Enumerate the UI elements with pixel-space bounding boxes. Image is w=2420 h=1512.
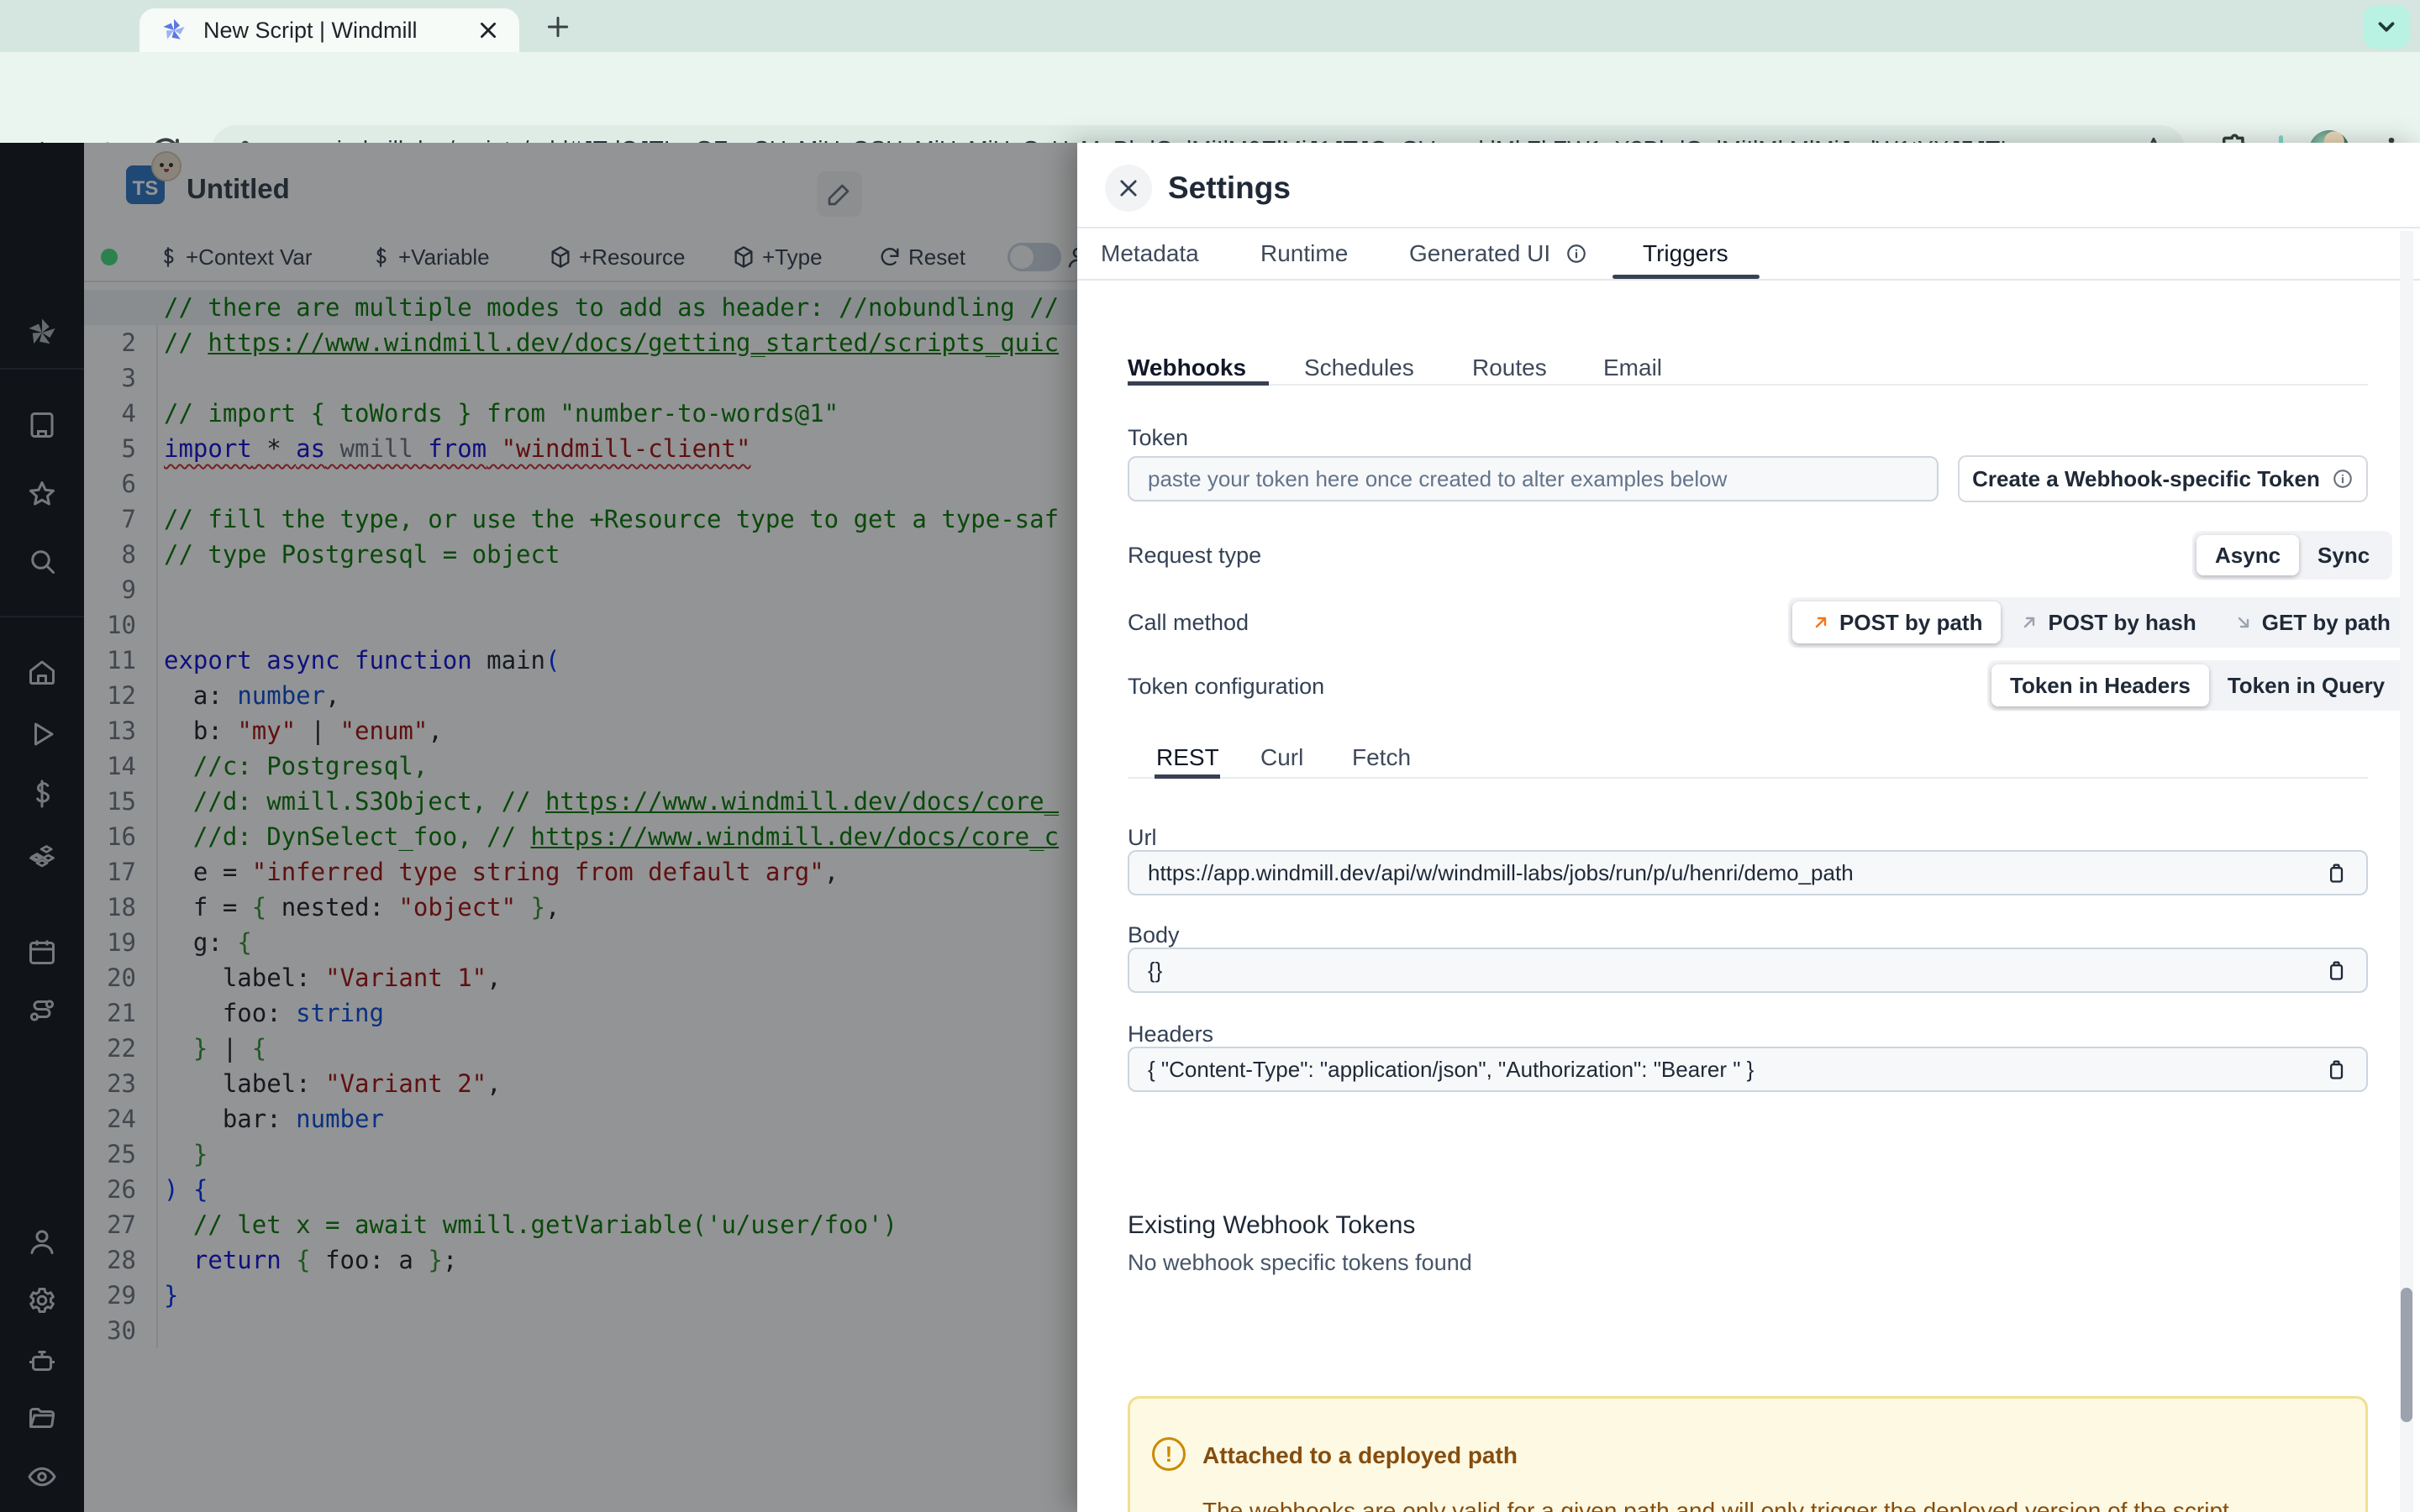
request-type-sync[interactable]: Sync [2299, 535, 2388, 575]
divider [1128, 777, 2368, 779]
arrow-up-right-icon [2024, 617, 2035, 628]
copy-icon[interactable] [2324, 861, 2348, 885]
drawer-title: Settings [1168, 171, 1291, 205]
example-tab-rest[interactable]: REST [1156, 744, 1219, 771]
trigger-tab-webhooks[interactable]: Webhooks [1128, 354, 1246, 381]
active-example-tab-underline [1155, 774, 1220, 779]
existing-tokens-empty: No webhook specific tokens found [1128, 1250, 1472, 1275]
tab-runtime[interactable]: Runtime [1260, 240, 1348, 267]
divider [1077, 279, 2420, 281]
screen: New Script | Windmill app.w [0, 0, 2420, 1512]
token-configuration-segmented: Token in Headers Token in Query [1987, 660, 2408, 711]
trigger-tab-email[interactable]: Email [1603, 354, 1662, 381]
headers-field[interactable]: { "Content-Type": "application/json", "A… [1128, 1047, 2368, 1092]
modal-backdrop[interactable] [0, 143, 1077, 1512]
trigger-tab-routes[interactable]: Routes [1472, 354, 1547, 381]
divider [1128, 384, 2368, 386]
alert-icon: ! [1152, 1437, 1186, 1471]
request-type-segmented: Async Sync [2192, 531, 2393, 580]
call-method-post-by-path[interactable]: POST by path [1792, 601, 2002, 643]
scrollbar-thumb[interactable] [2401, 1288, 2412, 1422]
settings-drawer: Settings Metadata Runtime Generated UI T… [1077, 143, 2420, 1512]
token-in-query[interactable]: Token in Query [2209, 664, 2403, 706]
example-tab-fetch[interactable]: Fetch [1352, 744, 1411, 771]
new-tab-button[interactable] [544, 13, 571, 40]
warning-body: The webhooks are only valid for a given … [1202, 1498, 2236, 1512]
tab-title: New Script | Windmill [203, 17, 418, 43]
example-tab-curl[interactable]: Curl [1260, 744, 1303, 771]
create-webhook-token-button[interactable]: Create a Webhook-specific Token [1958, 455, 2368, 502]
tab-triggers[interactable]: Triggers [1643, 240, 1728, 267]
body-value: {} [1148, 957, 1163, 983]
tab-generated-ui[interactable]: Generated UI [1409, 240, 1587, 267]
tab-search-button[interactable] [2363, 5, 2410, 49]
url-field[interactable]: https://app.windmill.dev/api/w/windmill-… [1128, 850, 2368, 895]
call-method-get-by-path[interactable]: GET by path [2215, 601, 2409, 643]
body-label: Body [1128, 922, 1180, 948]
request-type-label: Request type [1128, 543, 1262, 568]
browser-toolbar: app.windmill.dev/scripts/add#JTdCJTIyaGF… [0, 52, 2420, 174]
request-type-async[interactable]: Async [2196, 535, 2300, 575]
browser-tab[interactable]: New Script | Windmill [139, 8, 519, 52]
close-icon [1117, 176, 1140, 200]
headers-label: Headers [1128, 1021, 1214, 1047]
token-configuration-label: Token configuration [1128, 674, 1325, 699]
chevron-down-icon [2374, 14, 2399, 39]
token-input[interactable] [1128, 456, 1939, 501]
call-method-segmented: POST by path POST by hash GET by path [1788, 597, 2413, 648]
token-in-headers[interactable]: Token in Headers [1991, 664, 2209, 706]
divider [1077, 227, 2420, 228]
call-method-label: Call method [1128, 610, 1249, 635]
tab-close-icon[interactable] [477, 19, 499, 41]
info-icon [2333, 470, 2352, 488]
deployed-path-warning: ! Attached to a deployed path The webhoo… [1128, 1396, 2368, 1512]
arrow-up-right-icon [1815, 617, 1827, 628]
copy-icon[interactable] [2324, 958, 2348, 982]
headers-value: { "Content-Type": "application/json", "A… [1148, 1056, 1754, 1082]
body-field[interactable]: {} [1128, 948, 2368, 993]
copy-icon[interactable] [2324, 1058, 2348, 1081]
token-label: Token [1128, 425, 1189, 450]
url-label: Url [1128, 825, 1157, 850]
close-button[interactable] [1105, 165, 1152, 212]
browser-tabstrip: New Script | Windmill [0, 0, 2420, 52]
url-value: https://app.windmill.dev/api/w/windmill-… [1148, 859, 1854, 885]
arrow-down-right-icon [2238, 617, 2249, 628]
call-method-post-by-hash[interactable]: POST by hash [2001, 601, 2214, 643]
warning-title: Attached to a deployed path [1202, 1442, 1518, 1468]
active-trigger-tab-underline [1128, 381, 1269, 386]
info-icon [1567, 244, 1586, 263]
tab-metadata[interactable]: Metadata [1101, 240, 1199, 267]
windmill-favicon-icon [160, 16, 188, 45]
create-webhook-token-label: Create a Webhook-specific Token [1972, 465, 2320, 491]
trigger-tab-schedules[interactable]: Schedules [1304, 354, 1414, 381]
existing-tokens-title: Existing Webhook Tokens [1128, 1211, 1416, 1239]
